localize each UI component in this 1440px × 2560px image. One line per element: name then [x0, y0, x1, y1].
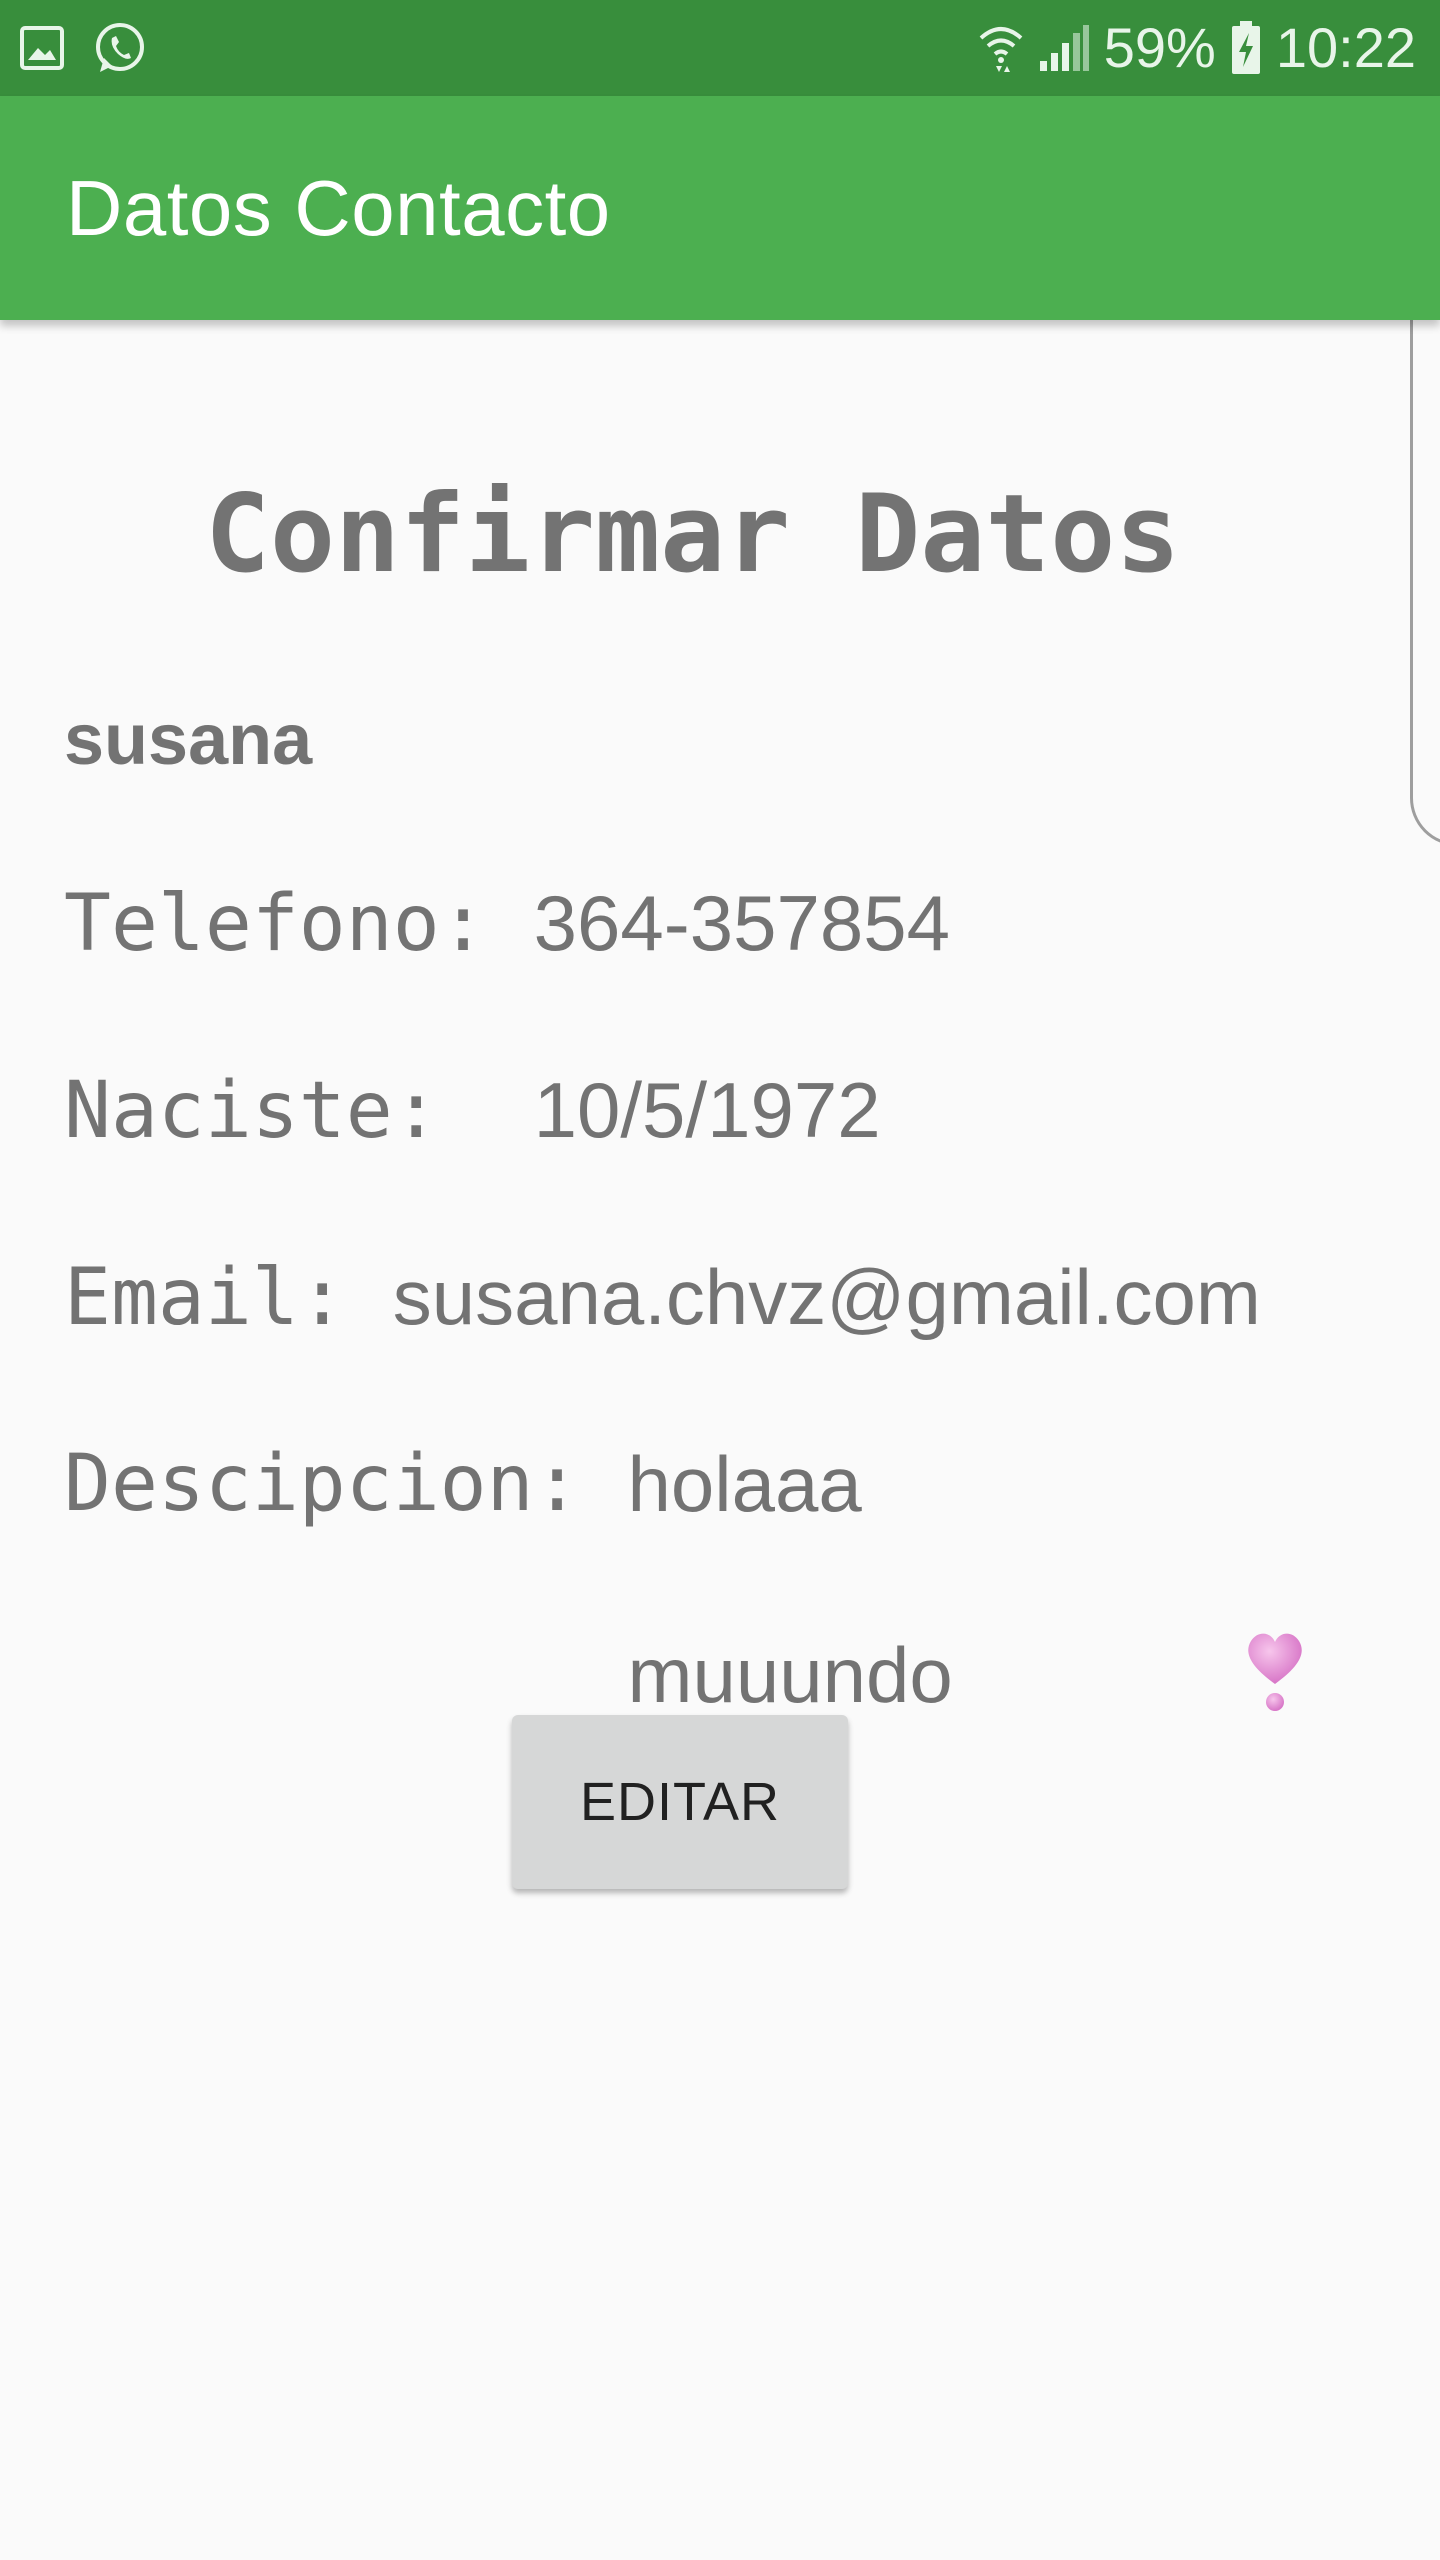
- battery-percent: 59%: [1103, 16, 1216, 79]
- contact-name: susana: [64, 700, 313, 780]
- battery-charging-icon: [1230, 21, 1262, 75]
- screen: 59% 10:22 Datos Contacto Confirmar Datos…: [0, 0, 1440, 2560]
- description-line-1: holaaa: [627, 1440, 862, 1528]
- status-right: 59% 10:22: [978, 0, 1416, 96]
- phone-row: Telefono: 364-357854: [64, 875, 950, 972]
- whatsapp-icon: [92, 20, 148, 76]
- app-bar: Datos Contacto: [0, 96, 1440, 320]
- clock: 10:22: [1275, 16, 1416, 79]
- email-label: Email:: [64, 1253, 393, 1343]
- edge-panel-handle[interactable]: [1410, 254, 1440, 846]
- gallery-icon: [18, 24, 66, 72]
- status-left: [18, 18, 148, 78]
- app-title: Datos Contacto: [66, 164, 611, 252]
- description-label: Descipcion:: [64, 1439, 628, 1529]
- email-value: susana.chvz@gmail.com: [392, 1253, 1261, 1341]
- birthdate-value: 10/5/1972: [533, 1066, 881, 1154]
- page-heading: Confirmar Datos: [205, 472, 1181, 597]
- signal-icon: [1038, 23, 1090, 73]
- wifi-icon: [978, 22, 1024, 74]
- edit-button[interactable]: EDITAR: [512, 1715, 848, 1889]
- status-bar: 59% 10:22: [0, 0, 1440, 96]
- heart-exclamation-icon: [983, 1532, 1307, 1831]
- birthdate-row: Naciste: 10/5/1972: [64, 1062, 881, 1159]
- birthdate-label: Naciste:: [64, 1066, 534, 1156]
- description-line-2: muuundo: [627, 1631, 953, 1720]
- phone-label: Telefono:: [64, 879, 534, 969]
- phone-value: 364-357854: [533, 879, 951, 967]
- email-row: Email: susana.chvz@gmail.com: [64, 1249, 1261, 1346]
